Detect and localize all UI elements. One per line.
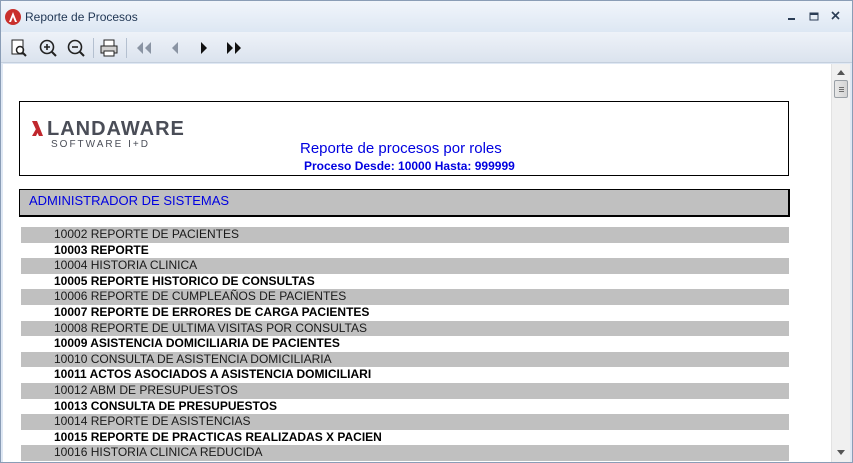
logo-name: LANDAWARE (47, 118, 185, 140)
window-title: Reporte de Procesos (25, 10, 138, 24)
table-row: 10010 CONSULTA DE ASISTENCIA DOMICILIARI… (21, 351, 789, 368)
page-setup-icon[interactable] (8, 37, 30, 59)
grip-line (839, 87, 844, 88)
table-row: 10005 REPORTE HISTORICO DE CONSULTAS (21, 273, 789, 290)
table-row: 10011 ACTOS ASOCIADOS A ASISTENCIA DOMIC… (21, 367, 789, 383)
print-icon[interactable] (98, 37, 120, 59)
table-row: 10016 HISTORIA CLINICA REDUCIDA (21, 445, 789, 461)
first-page-icon[interactable] (133, 37, 155, 59)
scroll-down-icon[interactable] (837, 450, 845, 455)
scroll-thumb[interactable] (834, 80, 848, 98)
report-preview-area[interactable]: LANDAWARE SOFTWARE I+D Reporte de proces… (3, 64, 831, 462)
table-row: 10003 REPORTE (21, 242, 789, 259)
grip-line (839, 89, 844, 90)
report-toolbar (1, 32, 852, 63)
table-row: 10008 REPORTE DE ULTIMA VISITAS POR CONS… (21, 320, 789, 337)
table-row: 10002 REPORTE DE PACIENTES (21, 227, 789, 243)
report-subtitle: Proceso Desde: 10000 Hasta: 999999 (304, 159, 515, 173)
scroll-up-icon[interactable] (837, 70, 845, 75)
report-header: LANDAWARE SOFTWARE I+D Reporte de proces… (19, 101, 789, 176)
title-bar[interactable]: Reporte de Procesos (1, 1, 852, 32)
close-icon[interactable] (827, 7, 845, 25)
toolbar-separator (126, 38, 127, 58)
role-group-header: ADMINISTRADOR DE SISTEMAS (19, 189, 790, 217)
table-row: 10006 REPORTE DE CUMPLEAÑOS DE PACIENTES (21, 289, 789, 305)
logo-mark-icon (32, 121, 43, 136)
table-row: 10014 REPORTE DE ASISTENCIAS (21, 414, 789, 430)
landaware-logo: LANDAWARE SOFTWARE I+D (31, 118, 191, 152)
logo-tagline: SOFTWARE I+D (51, 139, 150, 150)
table-row: 10015 REPORTE DE PRACTICAS REALIZADAS X … (21, 429, 789, 446)
zoom-in-icon[interactable] (37, 37, 59, 59)
vertical-scrollbar[interactable] (831, 64, 850, 462)
last-page-icon[interactable] (223, 37, 245, 59)
next-page-icon[interactable] (193, 37, 215, 59)
zoom-out-icon[interactable] (65, 37, 87, 59)
table-row: 10004 HISTORIA CLINICA (21, 258, 789, 274)
table-row: 10013 CONSULTA DE PRESUPUESTOS (21, 398, 789, 415)
grip-line (839, 91, 844, 92)
report-window: Reporte de Procesos LANDAWARE SOFTWARE I… (0, 0, 853, 463)
minimize-icon[interactable] (783, 7, 801, 25)
previous-page-icon[interactable] (164, 37, 186, 59)
role-name: ADMINISTRADOR DE SISTEMAS (29, 193, 230, 208)
maximize-icon[interactable] (805, 7, 823, 25)
table-row: 10012 ABM DE PRESUPUESTOS (21, 382, 789, 399)
landaware-app-icon[interactable] (5, 9, 21, 25)
report-title: Reporte de procesos por roles (300, 140, 502, 157)
table-row: 10007 REPORTE DE ERRORES DE CARGA PACIEN… (21, 304, 789, 321)
table-row: 10009 ASISTENCIA DOMICILIARIA DE PACIENT… (21, 336, 789, 352)
toolbar-separator (93, 38, 94, 58)
process-list: 10002 REPORTE DE PACIENTES 10003 REPORTE… (21, 227, 789, 461)
